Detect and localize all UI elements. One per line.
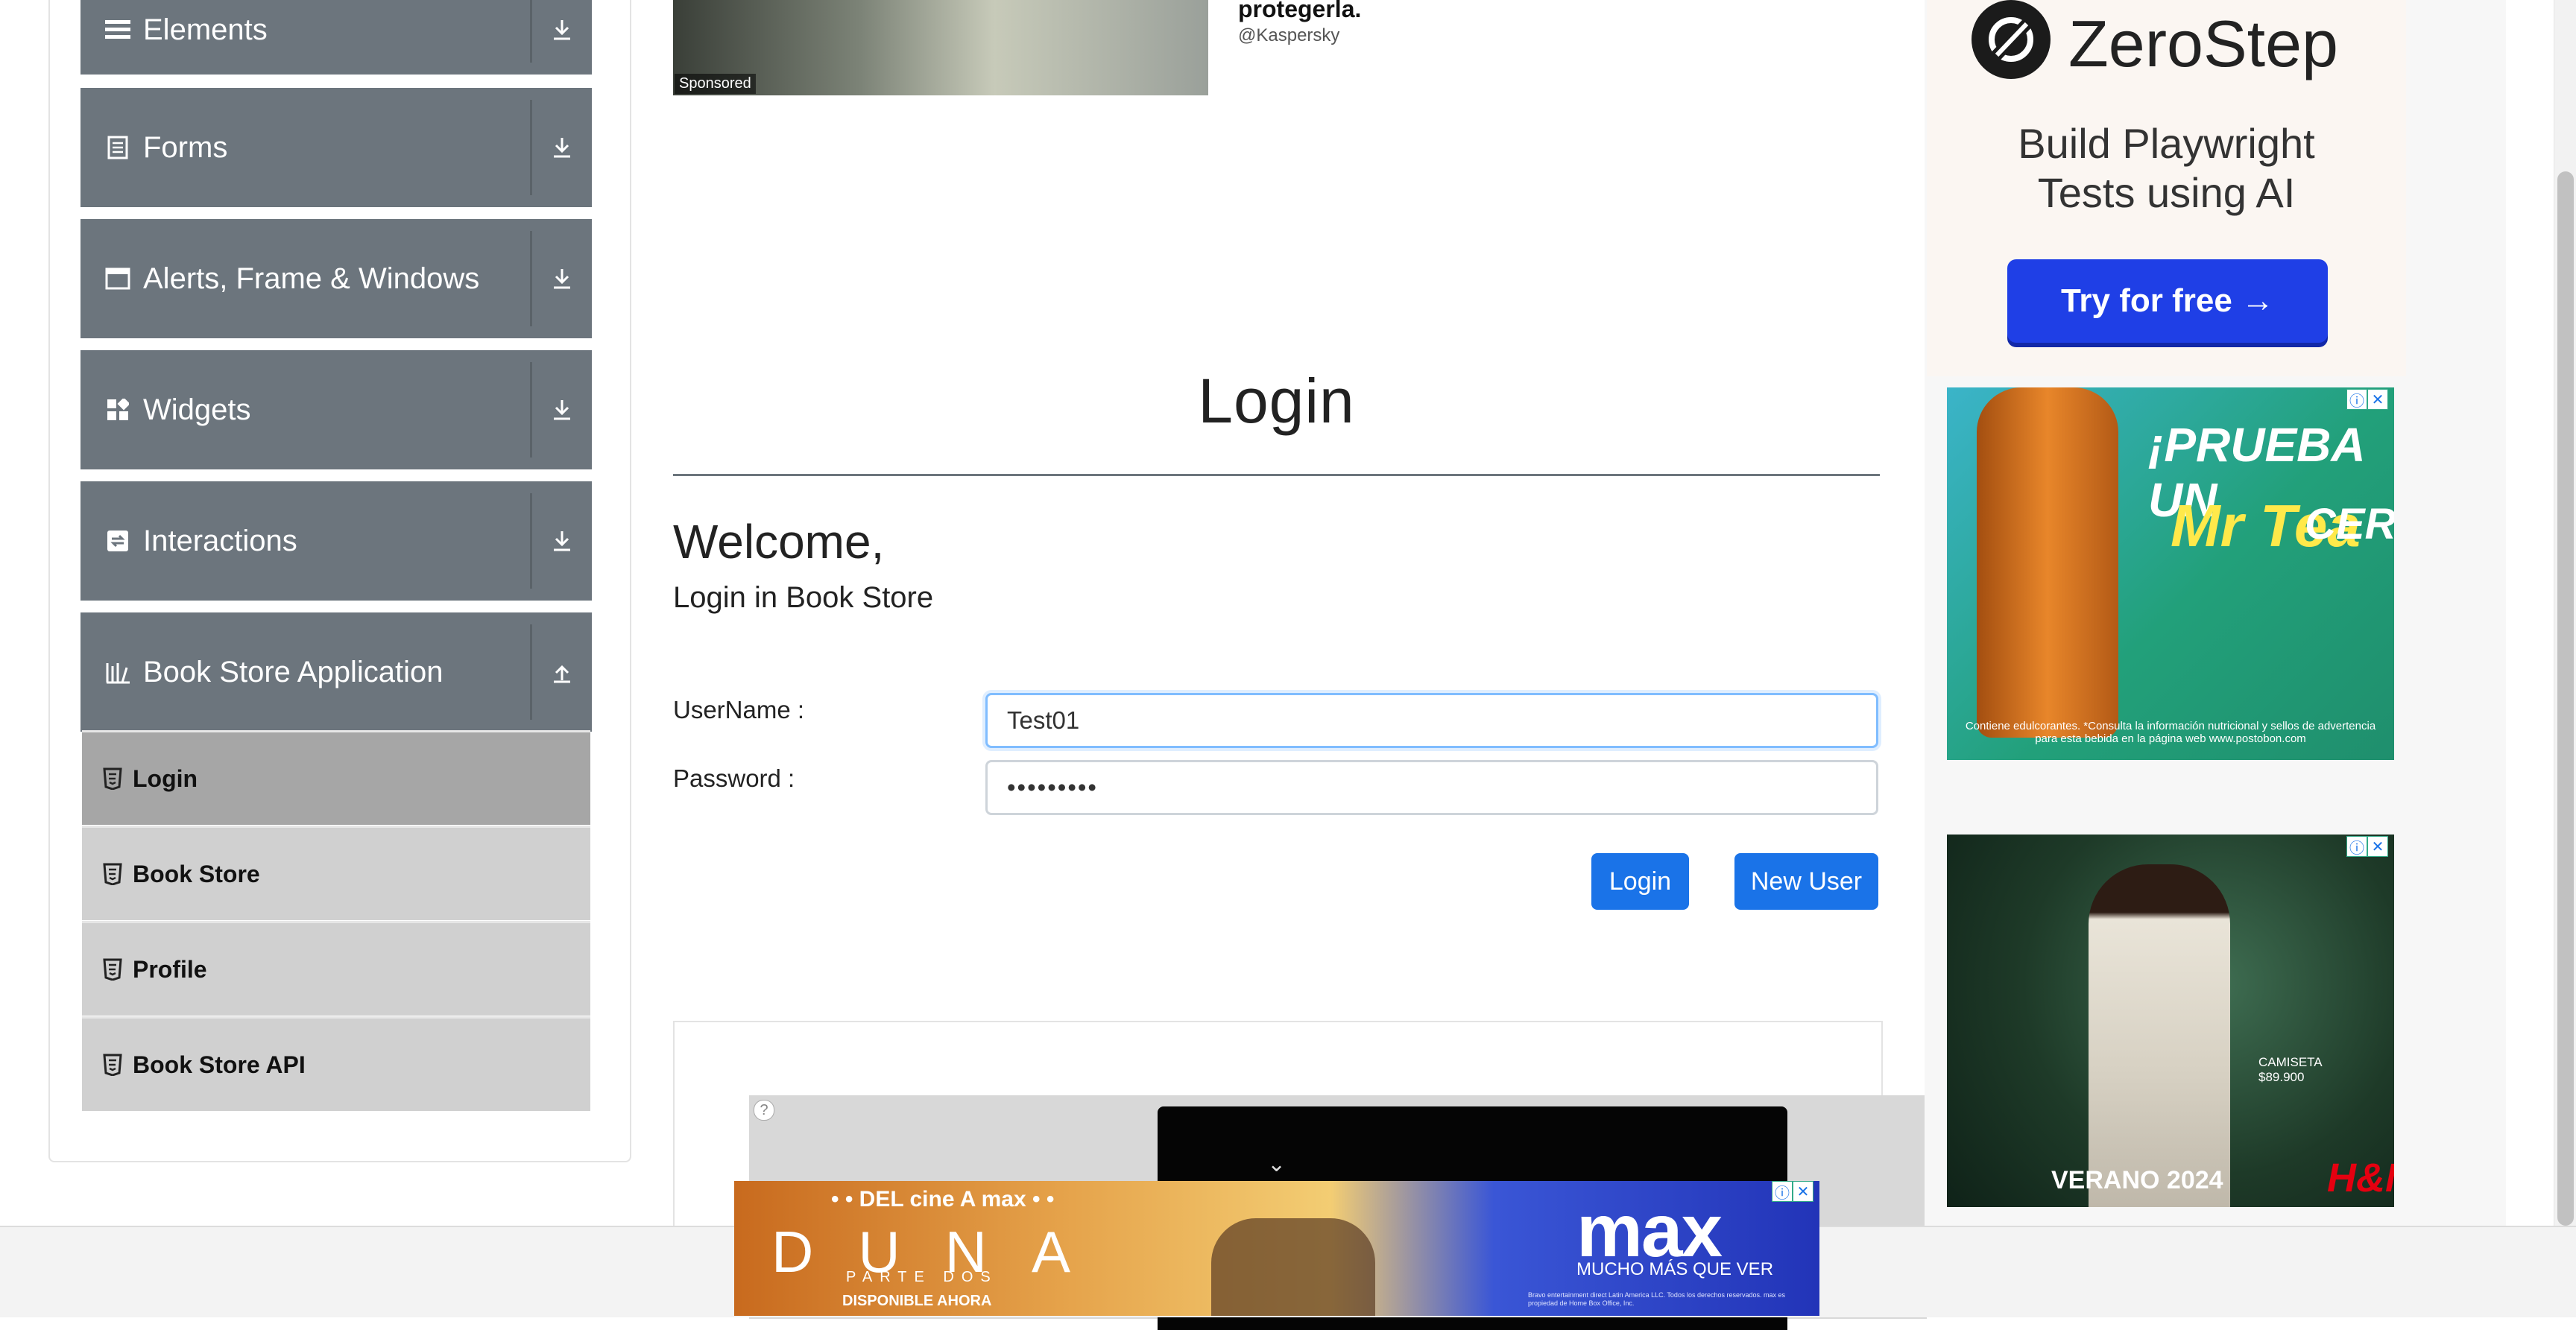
banner-part: PARTE DOS: [846, 1269, 998, 1285]
sidebar-group-interactions[interactable]: Interactions: [80, 481, 592, 601]
sidebar-group-book-store-application[interactable]: Book Store Application: [80, 612, 592, 732]
sidebar-group-label: Forms: [143, 130, 228, 164]
sidebar-group-label: Alerts, Frame & Windows: [143, 262, 480, 295]
ad-close-icon[interactable]: ✕: [2367, 389, 2388, 410]
sidebar-group-label: Interactions: [143, 524, 297, 557]
password-label: Password :: [673, 764, 795, 792]
sidebar-item-book-store-api[interactable]: Book Store API: [82, 1016, 590, 1111]
books-icon: [103, 657, 133, 687]
mr-tea-ad[interactable]: ¡PRUEBA UN Mr Tea CERO Contiene edulcora…: [1947, 387, 2394, 760]
download-arrow-icon[interactable]: [532, 88, 592, 207]
hm-item: CAMISETA $89.900: [2258, 1055, 2323, 1085]
sidebar-item-label: Profile: [133, 955, 207, 983]
hamburger-icon: [103, 15, 133, 45]
hm-ad[interactable]: CAMISETA $89.900 VERANO 2024 H&M ⓘ ✕: [1947, 835, 2394, 1207]
html5-icon: [103, 1054, 122, 1077]
window-icon: [103, 264, 133, 294]
document-icon: [103, 133, 133, 162]
widgets-icon: [103, 395, 133, 425]
tea-cero: CERO: [2305, 500, 2394, 548]
html5-icon: [103, 958, 122, 981]
login-subtitle: Login in Book Store: [673, 581, 934, 614]
hm-season: VERANO 2024: [2051, 1166, 2223, 1194]
upload-arrow-icon[interactable]: [532, 612, 592, 732]
download-arrow-icon[interactable]: [532, 350, 592, 469]
scrollbar-thumb[interactable]: [2557, 171, 2574, 1226]
sponsored-image[interactable]: Sponsored: [673, 0, 1208, 95]
sidebar-group-label: Book Store Application: [143, 655, 443, 688]
download-arrow-icon[interactable]: [532, 0, 592, 75]
hm-logo: H&M: [2327, 1156, 2394, 1200]
zerostep-tagline: Build Playwright Tests using AI: [1927, 119, 2406, 218]
ad-info-icon[interactable]: ⓘ: [2346, 389, 2367, 410]
sponsored-handle: @Kaspersky: [1238, 25, 1340, 45]
password-input[interactable]: [985, 760, 1878, 815]
zerostep-tagline-line2: Tests using AI: [2037, 169, 2296, 216]
sidebar-group-forms[interactable]: Forms: [80, 88, 592, 207]
sidebar-group-elements[interactable]: Elements: [80, 0, 592, 75]
html5-icon: [103, 767, 122, 791]
zerostep-logo-icon: [1972, 0, 2051, 79]
title-divider: [673, 474, 1880, 476]
sponsored-title[interactable]: protegerla.: [1238, 0, 1361, 23]
sidebar-item-label: Book Store: [133, 860, 260, 887]
ad-info-icon[interactable]: ⓘ: [2346, 836, 2367, 857]
zerostep-tagline-line1: Build Playwright: [2018, 120, 2315, 167]
sidebar-group-alerts[interactable]: Alerts, Frame & Windows: [80, 219, 592, 338]
sidebar-item-label: Book Store API: [133, 1051, 306, 1078]
banner-fine-print: Bravo entertainment direct Latin America…: [1528, 1291, 1786, 1307]
chevron-down-icon[interactable]: ⌄: [1267, 1151, 1286, 1177]
max-banner-ad[interactable]: • • DEL cine A max • • DUNA PARTE DOS DI…: [734, 1181, 1819, 1316]
page-scrollbar[interactable]: [2554, 0, 2576, 1226]
zerostep-cta-button[interactable]: Try for free →: [2007, 259, 2328, 343]
help-icon[interactable]: ?: [754, 1100, 774, 1121]
banner-cine-max: • • DEL cine A max • •: [831, 1187, 1055, 1212]
sidebar-group-label: Elements: [143, 13, 268, 46]
sidebar-item-label: Login: [133, 764, 198, 792]
hm-item-price: $89.900: [2258, 1070, 2305, 1084]
banner-available: DISPONIBLE AHORA: [842, 1293, 992, 1309]
sidebar-group-widgets[interactable]: Widgets: [80, 350, 592, 469]
download-arrow-icon[interactable]: [532, 219, 592, 338]
model-figure: [2089, 864, 2230, 1207]
ad-info-icon[interactable]: ⓘ: [1772, 1181, 1793, 1202]
sidebar-group-label: Widgets: [143, 393, 251, 426]
zerostep-brand: ZeroStep: [2068, 7, 2338, 80]
page-title: Login: [1198, 366, 1355, 436]
hm-item-name: CAMISETA: [2258, 1055, 2323, 1069]
sidebar-item-profile[interactable]: Profile: [82, 921, 590, 1016]
html5-icon: [103, 863, 122, 886]
download-arrow-icon[interactable]: [532, 481, 592, 601]
banner-characters-image: [1211, 1218, 1375, 1316]
banner-tagline: MUCHO MÁS QUE VER: [1576, 1259, 1774, 1279]
login-button[interactable]: Login: [1591, 853, 1689, 910]
sidebar-item-login[interactable]: Login: [82, 730, 590, 825]
tea-fine-print: Contiene edulcorantes. *Consulta la info…: [1965, 720, 2376, 745]
new-user-button[interactable]: New User: [1734, 853, 1878, 910]
ad-close-icon[interactable]: ✕: [2367, 836, 2388, 857]
sidebar-item-book-store[interactable]: Book Store: [82, 826, 590, 920]
sponsored-tag: Sponsored: [675, 74, 756, 94]
username-input[interactable]: [985, 693, 1878, 748]
zerostep-ad[interactable]: ZeroStep Build Playwright Tests using AI…: [1927, 0, 2406, 376]
welcome-heading: Welcome,: [673, 515, 885, 569]
ad-close-icon[interactable]: ✕: [1793, 1181, 1813, 1202]
tea-bottle-image: [1977, 387, 2118, 738]
username-label: UserName :: [673, 696, 805, 723]
interactions-icon: [103, 526, 133, 556]
